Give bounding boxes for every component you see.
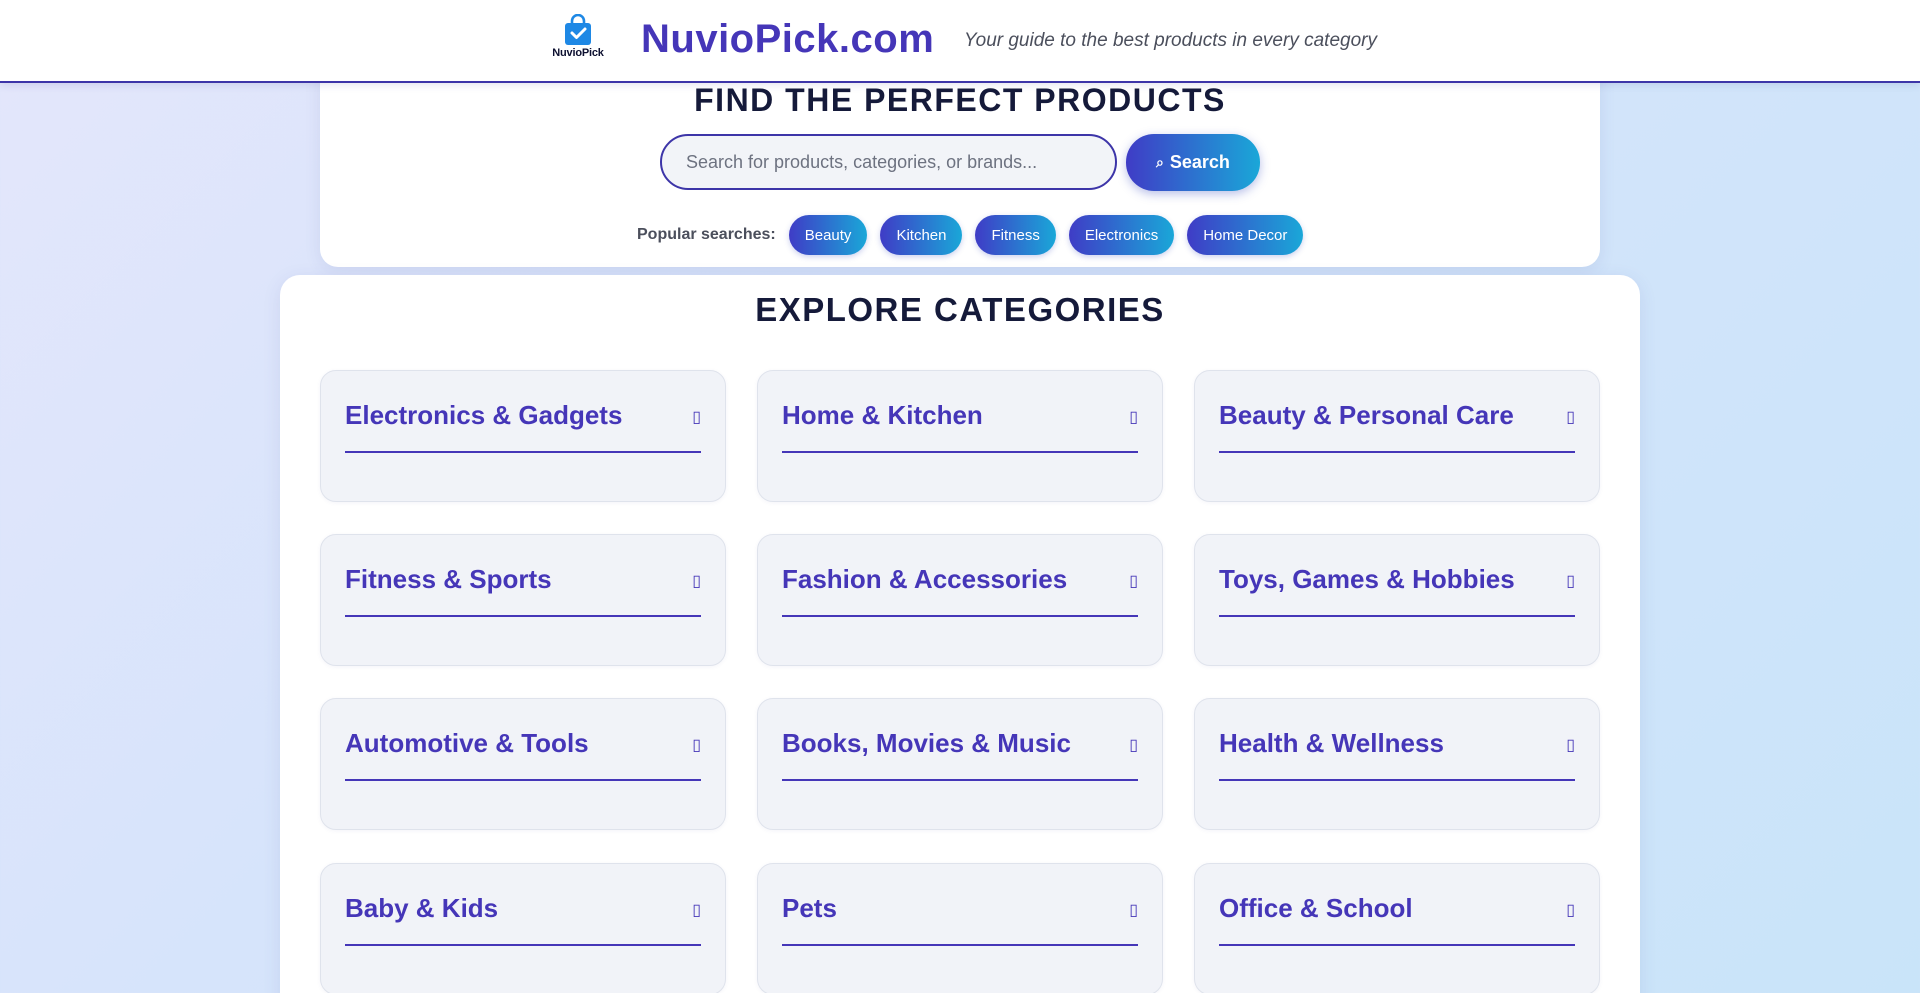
search-button[interactable]: ⌕ Search: [1126, 134, 1260, 191]
category-card-office[interactable]: Office & School ▯: [1194, 863, 1600, 993]
categories-section: EXPLORE CATEGORIES Electronics & Gadgets…: [280, 275, 1640, 993]
category-card-fashion[interactable]: Fashion & Accessories ▯: [757, 534, 1163, 666]
chevron-icon[interactable]: ▯: [692, 900, 701, 920]
category-card-health[interactable]: Health & Wellness ▯: [1194, 698, 1600, 830]
category-title: Home & Kitchen: [782, 400, 983, 430]
category-title: Automotive & Tools: [345, 728, 589, 758]
card-divider: [1219, 944, 1575, 946]
popular-search-chip-electronics[interactable]: Electronics: [1068, 215, 1175, 255]
category-title: Electronics & Gadgets: [345, 400, 623, 430]
card-divider: [345, 451, 701, 453]
popular-search-chip-beauty[interactable]: Beauty: [788, 215, 868, 255]
chevron-icon[interactable]: ▯: [692, 407, 701, 427]
category-card-fitness[interactable]: Fitness & Sports ▯: [320, 534, 726, 666]
category-card-pets[interactable]: Pets ▯: [757, 863, 1163, 993]
category-card-home-kitchen[interactable]: Home & Kitchen ▯: [757, 370, 1163, 502]
card-divider: [1219, 615, 1575, 617]
category-title: Books, Movies & Music: [782, 728, 1071, 758]
shopping-bag-check-icon: [565, 14, 591, 45]
card-divider: [345, 944, 701, 946]
card-divider: [345, 615, 701, 617]
category-title: Toys, Games & Hobbies: [1219, 564, 1515, 594]
category-title: Health & Wellness: [1219, 728, 1444, 758]
chevron-icon[interactable]: ▯: [1566, 407, 1575, 427]
category-title: Office & School: [1219, 893, 1413, 923]
card-divider: [345, 779, 701, 781]
search-button-label: Search: [1169, 152, 1230, 172]
chevron-icon[interactable]: ▯: [1566, 571, 1575, 591]
card-divider: [1219, 451, 1575, 453]
chevron-icon[interactable]: ▯: [1129, 735, 1138, 755]
chevron-icon[interactable]: ▯: [692, 571, 701, 591]
search-title: FIND THE PERFECT PRODUCTS: [694, 82, 1226, 118]
popular-searches-label: Popular searches:: [637, 226, 776, 243]
card-divider: [782, 451, 1138, 453]
chevron-icon[interactable]: ▯: [692, 735, 701, 755]
card-divider: [782, 779, 1138, 781]
category-title: Fitness & Sports: [345, 564, 552, 594]
category-title: Pets: [782, 893, 837, 923]
chevron-icon[interactable]: ▯: [1129, 571, 1138, 591]
card-divider: [1219, 779, 1575, 781]
category-card-automotive[interactable]: Automotive & Tools ▯: [320, 698, 726, 830]
search-input[interactable]: [660, 134, 1117, 190]
popular-search-chip-home-decor[interactable]: Home Decor: [1187, 215, 1304, 255]
chevron-icon[interactable]: ▯: [1566, 900, 1575, 920]
category-card-electronics[interactable]: Electronics & Gadgets ▯: [320, 370, 726, 502]
logo-text: NuvioPick: [552, 47, 604, 59]
site-name[interactable]: NuvioPick.com: [641, 17, 934, 62]
popular-search-chip-fitness[interactable]: Fitness: [975, 215, 1056, 255]
card-divider: [782, 944, 1138, 946]
category-title: Fashion & Accessories: [782, 564, 1068, 594]
popular-search-chip-kitchen[interactable]: Kitchen: [880, 215, 963, 255]
search-panel: FIND THE PERFECT PRODUCTS ⌕ Search Popul…: [320, 60, 1600, 267]
chevron-icon[interactable]: ▯: [1129, 900, 1138, 920]
category-title: Baby & Kids: [345, 893, 499, 923]
category-card-beauty[interactable]: Beauty & Personal Care ▯: [1194, 370, 1600, 502]
site-tagline: Your guide to the best products in every…: [964, 30, 1377, 51]
search-icon: ⌕: [1156, 154, 1164, 170]
category-title: Beauty & Personal Care: [1219, 400, 1514, 430]
site-header: NuvioPick NuvioPick.com Your guide to th…: [0, 0, 1920, 83]
site-logo[interactable]: NuvioPick: [548, 14, 608, 64]
category-card-baby-kids[interactable]: Baby & Kids ▯: [320, 863, 726, 993]
categories-title: EXPLORE CATEGORIES: [755, 291, 1165, 328]
chevron-icon[interactable]: ▯: [1566, 735, 1575, 755]
category-card-books[interactable]: Books, Movies & Music ▯: [757, 698, 1163, 830]
popular-searches: Popular searches: Beauty Kitchen Fitness…: [637, 215, 1316, 255]
card-divider: [782, 615, 1138, 617]
chevron-icon[interactable]: ▯: [1129, 407, 1138, 427]
category-card-toys[interactable]: Toys, Games & Hobbies ▯: [1194, 534, 1600, 666]
